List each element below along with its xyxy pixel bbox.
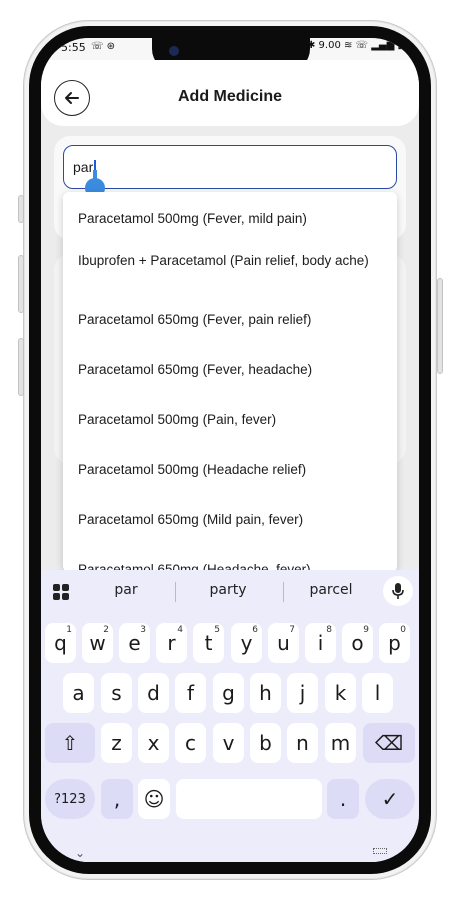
key-e[interactable]: e3 bbox=[119, 623, 150, 663]
key-j[interactable]: j bbox=[287, 673, 318, 713]
mic-icon[interactable] bbox=[383, 576, 413, 606]
comma-key[interactable]: , bbox=[101, 779, 133, 819]
suggestions-dropdown: Paracetamol 500mg (Fever, mild pain) Ibu… bbox=[63, 192, 397, 572]
key-b[interactable]: b bbox=[250, 723, 281, 763]
key-p[interactable]: p0 bbox=[379, 623, 410, 663]
key-q[interactable]: q1 bbox=[45, 623, 76, 663]
enter-key[interactable]: ✓ bbox=[365, 779, 415, 819]
status-notification-icons: ☏ ⊛ bbox=[91, 41, 116, 52]
medicine-search-input[interactable]: par bbox=[63, 145, 397, 189]
key-x[interactable]: x bbox=[138, 723, 169, 763]
suggestion-item[interactable]: Ibuprofen + Paracetamol (Pain relief, bo… bbox=[78, 252, 378, 269]
keyboard-switch-icon[interactable] bbox=[373, 848, 387, 854]
key-f[interactable]: f bbox=[175, 673, 206, 713]
key-v[interactable]: v bbox=[213, 723, 244, 763]
hide-keyboard-icon[interactable]: ⌄ bbox=[75, 846, 85, 860]
emoji-key[interactable]: ☺ bbox=[138, 779, 170, 819]
key-g[interactable]: g bbox=[213, 673, 244, 713]
suggestion-item[interactable]: Paracetamol 650mg (Mild pain, fever) bbox=[78, 511, 378, 528]
space-key[interactable] bbox=[176, 779, 322, 819]
suggestion-item[interactable]: Paracetamol 500mg (Headache relief) bbox=[78, 461, 378, 478]
key-u[interactable]: u7 bbox=[268, 623, 299, 663]
key-h[interactable]: h bbox=[250, 673, 281, 713]
key-w[interactable]: w2 bbox=[82, 623, 113, 663]
key-o[interactable]: o9 bbox=[342, 623, 373, 663]
status-time: 5:55 bbox=[61, 41, 86, 54]
apps-grid-icon[interactable] bbox=[53, 584, 69, 600]
microphone-glyph bbox=[392, 583, 404, 599]
backspace-key[interactable]: ⌫ bbox=[363, 723, 415, 763]
word-suggestion[interactable]: parcel bbox=[281, 582, 381, 598]
volume-down-button bbox=[18, 338, 24, 396]
key-m[interactable]: m bbox=[325, 723, 356, 763]
period-key[interactable]: . bbox=[327, 779, 359, 819]
suggestion-item[interactable]: Paracetamol 650mg (Fever, headache) bbox=[78, 361, 378, 378]
soft-keyboard: par party parcel q1 w2 e3 r4 t5 y6 u7 i8… bbox=[41, 570, 419, 862]
keyboard-suggestion-bar: par party parcel bbox=[41, 570, 419, 614]
key-c[interactable]: c bbox=[175, 723, 206, 763]
suggestion-divider bbox=[175, 582, 176, 602]
shift-key[interactable]: ⇧ bbox=[45, 723, 95, 763]
status-system-icons: ✱ 9.00 ≋ ☏ ▂▄▆ ▮ bbox=[307, 40, 403, 51]
volume-up-button bbox=[18, 255, 24, 313]
screen: 5:55 ☏ ⊛ ✱ 9.00 ≋ ☏ ▂▄▆ ▮ Add Medicine p… bbox=[41, 38, 419, 862]
word-suggestion[interactable]: party bbox=[178, 582, 278, 598]
mute-switch bbox=[18, 195, 24, 223]
suggestion-item[interactable]: Paracetamol 500mg (Pain, fever) bbox=[78, 411, 378, 428]
power-button bbox=[437, 278, 443, 374]
page-title: Add Medicine bbox=[177, 88, 282, 105]
symbols-key[interactable]: ?123 bbox=[45, 779, 95, 819]
key-k[interactable]: k bbox=[325, 673, 356, 713]
key-n[interactable]: n bbox=[287, 723, 318, 763]
key-i[interactable]: i8 bbox=[305, 623, 336, 663]
key-t[interactable]: t5 bbox=[193, 623, 224, 663]
suggestion-item[interactable]: Paracetamol 500mg (Fever, mild pain) bbox=[78, 210, 378, 227]
key-d[interactable]: d bbox=[138, 673, 169, 713]
key-r[interactable]: r4 bbox=[156, 623, 187, 663]
key-l[interactable]: l bbox=[362, 673, 393, 713]
key-s[interactable]: s bbox=[101, 673, 132, 713]
key-a[interactable]: a bbox=[63, 673, 94, 713]
search-input-value: par bbox=[73, 159, 94, 175]
suggestion-item[interactable]: Paracetamol 650mg (Fever, pain relief) bbox=[78, 311, 378, 328]
word-suggestion[interactable]: par bbox=[76, 582, 176, 598]
key-y[interactable]: y6 bbox=[231, 623, 262, 663]
app-header: Add Medicine bbox=[41, 60, 419, 126]
key-z[interactable]: z bbox=[101, 723, 132, 763]
front-camera-icon bbox=[169, 46, 179, 56]
